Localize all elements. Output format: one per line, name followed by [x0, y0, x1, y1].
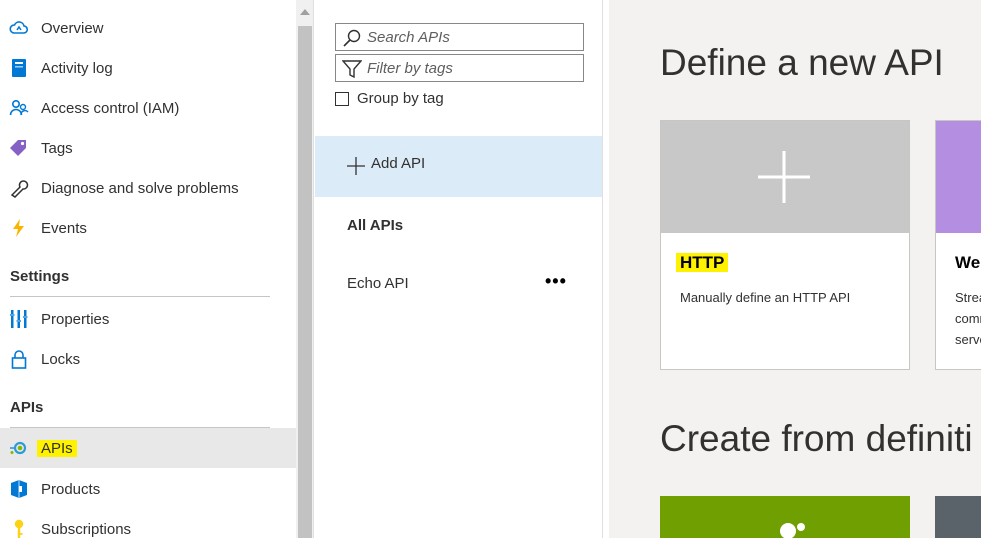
http-tile[interactable]: HTTP Manually define an HTTP API [660, 120, 910, 370]
nav-item-overview[interactable]: Overview [0, 8, 296, 48]
filter-input[interactable] [367, 58, 577, 78]
search-icon [343, 29, 361, 47]
define-api-heading: Define a new API [660, 42, 944, 83]
products-icon [11, 480, 27, 498]
nav-item-label: Access control (IAM) [41, 99, 180, 117]
resource-menu: Overview Activity log Access control (IA… [0, 0, 296, 538]
nav-item-label: Subscriptions [41, 520, 132, 538]
nav-item-apis[interactable]: APIs [0, 428, 296, 468]
nav-item-label: Events [41, 219, 87, 237]
section-divider [10, 296, 270, 297]
websocket-tile-header [936, 121, 981, 233]
api-list-panel: Group by tag Add API All APIs Echo API •… [315, 0, 603, 538]
api-name: Echo API [347, 275, 409, 292]
nav-item-label: Locks [41, 350, 81, 368]
more-options-icon[interactable]: ••• [545, 271, 567, 292]
tile-title: HTTP [676, 253, 729, 273]
nav-item-diagnose[interactable]: Diagnose and solve problems [0, 168, 296, 208]
nav-item-label: Overview [41, 19, 104, 37]
tile-description-line: comm [955, 311, 981, 326]
nav-scrollbar[interactable] [296, 0, 314, 538]
settings-section-header: Settings [10, 268, 70, 285]
plus-icon [758, 151, 810, 203]
tile-title: We [955, 253, 981, 272]
nav-item-events[interactable]: Events [0, 208, 296, 248]
nav-item-label: Activity log [41, 59, 113, 77]
key-icon [14, 519, 24, 538]
all-apis-item[interactable]: All APIs [347, 217, 403, 234]
tile-description: Strea comm serve [955, 287, 981, 350]
openapi-logo-icon [780, 523, 805, 538]
openapi-tile[interactable] [660, 496, 910, 538]
http-tile-header [661, 121, 909, 233]
tag-icon [10, 140, 26, 156]
nav-item-label: Products [41, 480, 101, 498]
tile-description-line: Strea [955, 290, 981, 305]
main-left-edge [604, 0, 609, 538]
access-control-icon [9, 99, 29, 116]
scroll-up-arrow-icon[interactable] [300, 9, 310, 15]
overview-icon [9, 21, 29, 34]
nav-item-label: Properties [41, 310, 110, 328]
tile-description-line: serve [955, 332, 981, 347]
highlighted-label: APIs [37, 439, 77, 457]
main-content: Define a new API HTTP Manually define an… [604, 0, 981, 538]
group-by-tag-checkbox[interactable] [335, 91, 349, 106]
search-input[interactable] [367, 27, 577, 47]
nav-item-products[interactable]: Products [0, 469, 296, 509]
nav-item-locks[interactable]: Locks [0, 339, 296, 379]
activity-log-icon [12, 59, 26, 77]
wrench-icon [10, 180, 29, 198]
lightning-icon [13, 219, 24, 237]
definition-tile-2[interactable] [935, 496, 981, 538]
group-by-tag-label: Group by tag [357, 90, 444, 107]
scrollbar-thumb[interactable] [298, 26, 312, 538]
list-item-echo-api[interactable]: Echo API ••• [315, 265, 602, 305]
filter-icon [342, 60, 362, 79]
filter-box[interactable] [335, 54, 584, 82]
lock-icon [11, 350, 27, 369]
nav-item-label: APIs [37, 439, 77, 457]
search-box[interactable] [335, 23, 584, 51]
nav-item-tags[interactable]: Tags [0, 128, 296, 168]
nav-item-properties[interactable]: Properties [0, 299, 296, 339]
add-api-label: Add API [371, 155, 426, 172]
nav-item-access-control[interactable]: Access control (IAM) [0, 88, 296, 128]
tile-description: Manually define an HTTP API [680, 290, 851, 305]
create-from-definition-heading: Create from definiti [660, 418, 973, 459]
highlighted-label: HTTP [676, 253, 729, 272]
nav-item-label: Tags [41, 139, 73, 157]
plus-icon [347, 157, 365, 175]
add-api-button[interactable]: Add API [315, 136, 602, 197]
group-by-tag-row[interactable]: Group by tag [335, 90, 444, 107]
nav-item-activity-log[interactable]: Activity log [0, 48, 296, 88]
nav-item-subscriptions[interactable]: Subscriptions [0, 509, 296, 538]
properties-icon [10, 310, 28, 328]
apis-section-header: APIs [10, 399, 44, 416]
websocket-tile[interactable]: We Strea comm serve [935, 120, 981, 370]
api-icon [10, 441, 27, 455]
nav-item-label: Diagnose and solve problems [41, 179, 239, 197]
